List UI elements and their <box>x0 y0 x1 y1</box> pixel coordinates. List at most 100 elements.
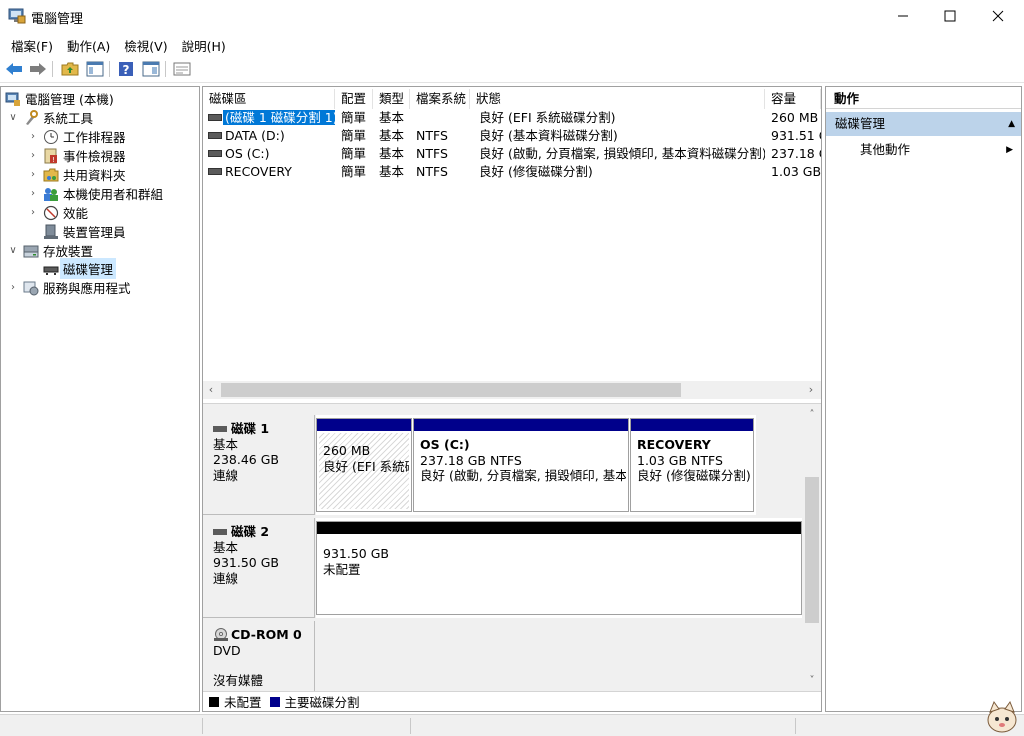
tree-item-label: 本機使用者和群組 <box>63 187 164 202</box>
close-button[interactable] <box>975 0 1021 32</box>
volume-row[interactable]: (磁碟 1 磁碟分割 1) 簡單 基本 良好 (EFI 系統磁碟分割) 260 … <box>203 109 821 127</box>
column-header-filesystem[interactable]: 檔案系統 <box>410 89 470 109</box>
title-bar: 電腦管理 <box>0 0 1024 33</box>
column-header-volume[interactable]: 磁碟區 <box>203 89 335 109</box>
volume-type: 基本 <box>379 146 405 161</box>
expand-icon[interactable]: › <box>27 188 39 199</box>
scrollbar-thumb[interactable] <box>221 383 681 397</box>
horizontal-scrollbar[interactable]: ‹ › <box>203 381 821 399</box>
menu-action[interactable]: 動作(A) <box>60 33 117 55</box>
disk-state: 沒有媒體 <box>213 673 264 688</box>
volume-layout: 簡單 <box>341 164 367 179</box>
partition-status: 良好 (啟動, 分頁檔案, 損毀傾印, 基本資料磁碟分割) <box>420 468 626 483</box>
scroll-up-icon[interactable]: ˄ <box>803 407 821 423</box>
volume-icon <box>208 114 222 121</box>
scroll-down-icon[interactable]: ˅ <box>803 673 821 689</box>
volume-status: 良好 (基本資料磁碟分割) <box>479 128 618 143</box>
tree-item-local-users-groups[interactable]: › 本機使用者和群組 <box>27 184 163 203</box>
toolbar-separator <box>109 61 110 77</box>
expand-icon[interactable]: › <box>27 169 39 180</box>
column-header-capacity[interactable]: 容量 <box>765 89 821 109</box>
tree-item-services-applications[interactable]: › 服務與應用程式 <box>7 278 131 297</box>
show-action-pane-button[interactable] <box>141 59 161 79</box>
show-hide-tree-button[interactable] <box>85 59 105 79</box>
back-button[interactable] <box>4 59 24 79</box>
scrollbar-thumb[interactable] <box>805 477 819 623</box>
menu-view[interactable]: 檢視(V) <box>117 33 174 55</box>
partition-recovery[interactable]: RECOVERY 1.03 GB NTFS 良好 (修復磁碟分割) <box>630 418 754 512</box>
disk-name: 磁碟 2 <box>231 524 270 539</box>
volume-capacity: 1.03 GB <box>771 164 821 179</box>
volume-type: 基本 <box>379 128 405 143</box>
partition-status: 良好 (修復磁碟分割) <box>637 468 751 483</box>
volume-name: (磁碟 1 磁碟分割 1) <box>223 110 335 125</box>
tree-item-device-manager[interactable]: 裝置管理員 <box>43 222 126 241</box>
volume-icon <box>208 132 222 139</box>
maximize-button[interactable] <box>927 0 973 32</box>
expand-icon[interactable]: › <box>7 282 19 293</box>
mascot-watermark-icon <box>987 700 1017 733</box>
collapse-icon[interactable]: ∨ <box>7 245 19 256</box>
partition-bar <box>317 419 411 431</box>
partition-os-c[interactable]: OS (C:) 237.18 GB NTFS 良好 (啟動, 分頁檔案, 損毀傾… <box>413 418 629 512</box>
tree-item-computer-management[interactable]: 電腦管理 (本機) <box>5 89 114 108</box>
tree-item-event-viewer[interactable]: › ! 事件檢視器 <box>27 146 126 165</box>
column-header-status[interactable]: 狀態 <box>470 89 765 109</box>
help-button[interactable]: ? <box>116 59 136 79</box>
actions-pane: 動作 磁碟管理 ▲ 其他動作 ▶ <box>825 86 1022 712</box>
tree-item-label: 系統工具 <box>43 111 94 126</box>
partition-size: 1.03 GB NTFS <box>637 452 723 468</box>
collapse-icon[interactable]: ∨ <box>7 112 19 123</box>
minimize-icon <box>898 15 908 17</box>
tree-item-performance[interactable]: › 效能 <box>27 203 88 222</box>
partition-unallocated[interactable]: 931.50 GB 未配置 <box>316 521 802 615</box>
console-tree-icon <box>86 61 104 77</box>
column-header-type[interactable]: 類型 <box>373 89 410 109</box>
legend: 未配置 主要磁碟分割 <box>203 691 821 711</box>
legend-swatch <box>209 696 219 707</box>
tree-item-disk-management[interactable]: 磁碟管理 <box>43 258 117 279</box>
cdrom-label[interactable]: CD-ROM 0 DVD 沒有媒體 <box>203 621 315 691</box>
window-title: 電腦管理 <box>31 12 84 27</box>
disk-1-label[interactable]: 磁碟 1 基本 238.46 GB 連線 <box>203 415 315 515</box>
disk-2-label[interactable]: 磁碟 2 基本 931.50 GB 連線 <box>203 518 315 618</box>
column-header-layout[interactable]: 配置 <box>335 89 373 109</box>
minimize-button[interactable] <box>880 0 926 32</box>
scroll-right-icon[interactable]: › <box>803 381 819 399</box>
legend-label: 未配置 <box>224 695 262 710</box>
scroll-left-icon[interactable]: ‹ <box>203 381 219 399</box>
disk-icon <box>43 266 59 275</box>
tree-item-label: 工作排程器 <box>63 130 126 145</box>
tree-item-shared-folders[interactable]: › 共用資料夾 <box>27 165 126 184</box>
collapse-up-icon[interactable]: ▲ <box>1008 112 1015 136</box>
volume-row[interactable]: RECOVERY 簡單 基本 NTFS 良好 (修復磁碟分割) 1.03 GB <box>203 163 821 181</box>
event-viewer-icon: ! <box>44 148 57 164</box>
volume-layout: 簡單 <box>341 128 367 143</box>
volume-filesystem: NTFS <box>416 128 448 143</box>
tree-item-system-tools[interactable]: ∨ 系統工具 <box>7 108 93 127</box>
partition-efi[interactable]: 260 MB 良好 (EFI 系統磁碟分割) <box>316 418 412 512</box>
more-actions-item[interactable]: 其他動作 ▶ <box>826 139 1021 161</box>
volume-list: 磁碟區 配置 類型 檔案系統 狀態 容量 (磁碟 1 磁碟分割 1) 簡單 基本… <box>203 87 821 403</box>
tree-item-task-scheduler[interactable]: › 工作排程器 <box>27 127 126 146</box>
menu-help[interactable]: 說明(H) <box>175 33 233 55</box>
toolbar-separator <box>52 61 53 77</box>
cdrom-icon <box>214 627 228 641</box>
volume-row[interactable]: OS (C:) 簡單 基本 NTFS 良好 (啟動, 分頁檔案, 損毀傾印, 基… <box>203 145 821 163</box>
forward-button[interactable] <box>28 59 48 79</box>
properties-button[interactable] <box>172 59 192 79</box>
actions-section-disk-management[interactable]: 磁碟管理 ▲ <box>826 112 1021 136</box>
disk-size: 931.50 GB <box>213 555 279 570</box>
expand-icon[interactable]: › <box>27 131 39 142</box>
up-folder-button[interactable] <box>60 59 80 79</box>
services-icon <box>23 281 39 295</box>
menu-file[interactable]: 檔案(F) <box>4 33 60 55</box>
menu-bar: 檔案(F) 動作(A) 檢視(V) 說明(H) <box>0 33 1024 55</box>
expand-icon[interactable]: › <box>27 150 39 161</box>
expand-icon[interactable]: › <box>27 207 39 218</box>
computer-management-icon <box>5 92 20 106</box>
volume-row[interactable]: DATA (D:) 簡單 基本 NTFS 良好 (基本資料磁碟分割) 931.5… <box>203 127 821 145</box>
status-divider <box>410 718 411 734</box>
volume-capacity: 237.18 G <box>771 146 821 161</box>
vertical-scrollbar[interactable]: ˄ ˅ <box>803 407 821 691</box>
